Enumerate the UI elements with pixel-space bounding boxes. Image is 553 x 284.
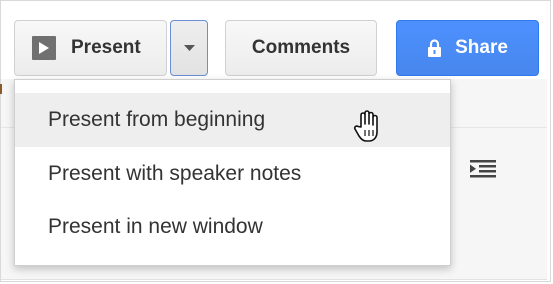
lock-icon xyxy=(428,39,442,57)
share-button-label: Share xyxy=(455,37,508,58)
comments-button[interactable]: Comments xyxy=(225,20,377,76)
play-icon xyxy=(32,36,56,60)
chevron-down-icon xyxy=(183,45,195,51)
menu-item-label: Present with speaker notes xyxy=(48,162,302,185)
menu-item-label: Present from beginning xyxy=(48,108,266,131)
present-dropdown-menu: Present from beginning Present with spea… xyxy=(14,79,451,266)
menu-item-label: Present in new window xyxy=(48,215,263,238)
comments-button-label: Comments xyxy=(251,37,351,58)
menu-item-present-with-speaker-notes[interactable]: Present with speaker notes xyxy=(15,147,450,201)
edge-mark xyxy=(0,84,2,94)
menu-item-present-in-new-window[interactable]: Present in new window xyxy=(15,200,450,254)
share-button[interactable]: Share xyxy=(396,20,539,76)
present-dropdown-button[interactable] xyxy=(170,20,208,76)
present-button-label: Present xyxy=(71,37,141,58)
hand-pointer-icon xyxy=(353,110,378,142)
menu-item-present-from-beginning[interactable]: Present from beginning xyxy=(15,93,450,147)
present-button[interactable]: Present xyxy=(14,20,167,76)
indent-icon xyxy=(470,160,496,178)
